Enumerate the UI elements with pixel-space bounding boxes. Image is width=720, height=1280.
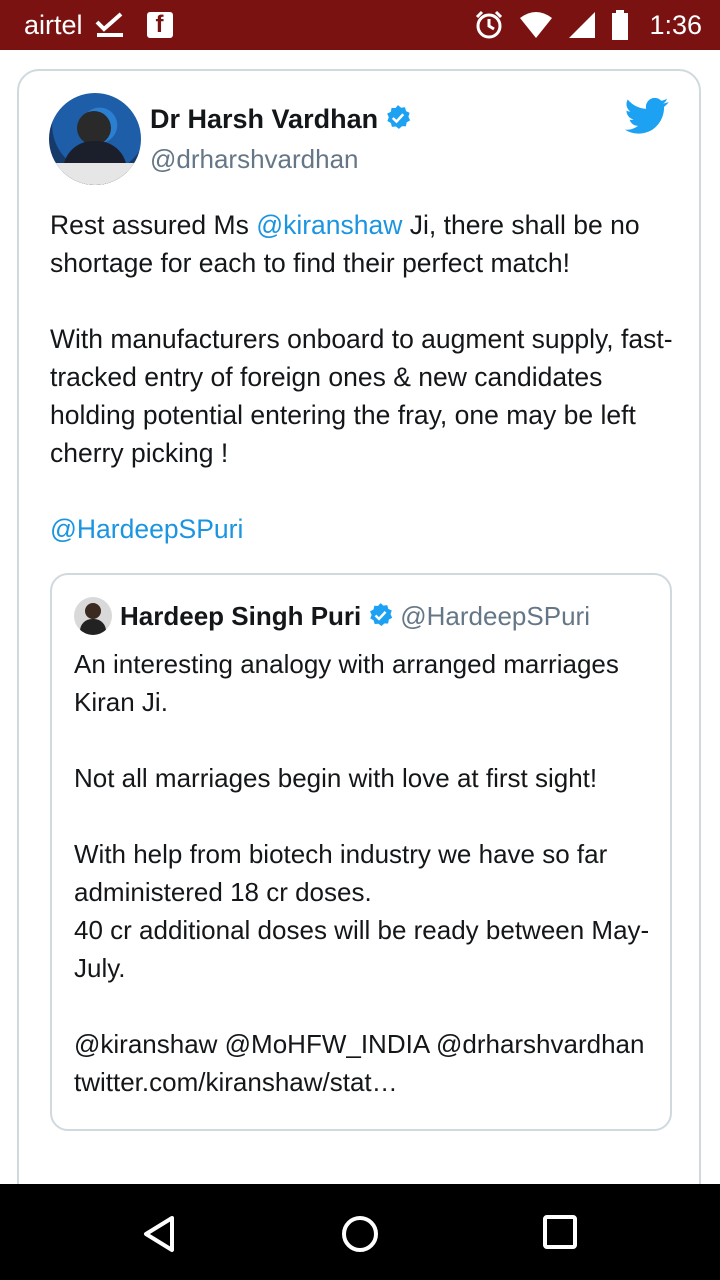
status-right: 1:36 (473, 9, 702, 41)
carrier-name: airtel (24, 9, 83, 40)
signal-icon (567, 11, 597, 39)
quoted-line: With help from biotech industry we have … (74, 839, 608, 907)
status-left: airtel f (0, 10, 173, 41)
mention-link[interactable]: @kiranshaw (256, 210, 402, 240)
tweet-card[interactable]: Dr Harsh Vardhan @drharshvardhan Rest as… (17, 69, 701, 1269)
back-icon[interactable] (140, 1214, 180, 1259)
quoted-link[interactable]: twitter.com/kiranshaw/stat… (74, 1063, 654, 1101)
tweet-text-segment: Rest assured Ms (50, 210, 257, 240)
verified-icon (367, 602, 394, 636)
avatar[interactable] (49, 93, 141, 185)
tweet-body: Rest assured Ms @kiranshaw Ji, there sha… (50, 206, 680, 548)
author-name-text: Dr Harsh Vardhan (150, 104, 379, 134)
quoted-line: 40 cr additional doses will be ready bet… (74, 915, 650, 983)
verified-icon (384, 104, 412, 139)
tweet-paragraph-2: With manufacturers onboard to augment su… (50, 324, 673, 468)
battery-icon (611, 10, 629, 40)
quoted-line: Not all marriages begin with love at fir… (74, 763, 598, 793)
wifi-icon (519, 11, 553, 39)
author-name[interactable]: Dr Harsh Vardhan (150, 104, 412, 139)
alarm-icon (473, 9, 505, 41)
home-icon[interactable] (340, 1214, 380, 1259)
quoted-tweet[interactable]: Hardeep Singh Puri @HardeepSPuri An inte… (50, 573, 672, 1131)
author-handle[interactable]: @drharshvardhan (150, 144, 359, 175)
quoted-author-handle: @HardeepSPuri (400, 601, 590, 631)
quoted-mentions[interactable]: @kiranshaw @MoHFW_INDIA @drharshvardhan (74, 1025, 654, 1063)
clock: 1:36 (649, 9, 702, 40)
quoted-line: An interesting analogy with arranged mar… (74, 649, 619, 717)
tweet-paragraph-1: Rest assured Ms @kiranshaw Ji, there sha… (50, 206, 680, 282)
check-icon (95, 12, 125, 38)
mention-link[interactable]: @HardeepSPuri (50, 510, 680, 548)
quoted-author[interactable]: Hardeep Singh Puri @HardeepSPuri (120, 601, 590, 636)
navigation-bar (0, 1184, 720, 1280)
quoted-avatar[interactable] (74, 597, 112, 635)
quoted-body: An interesting analogy with arranged mar… (74, 645, 654, 1101)
facebook-icon: f (146, 12, 173, 38)
quoted-author-name: Hardeep Singh Puri (120, 601, 362, 631)
recents-icon[interactable] (542, 1214, 578, 1255)
status-bar: airtel f 1:36 (0, 0, 720, 50)
twitter-bird-icon[interactable] (624, 97, 669, 140)
